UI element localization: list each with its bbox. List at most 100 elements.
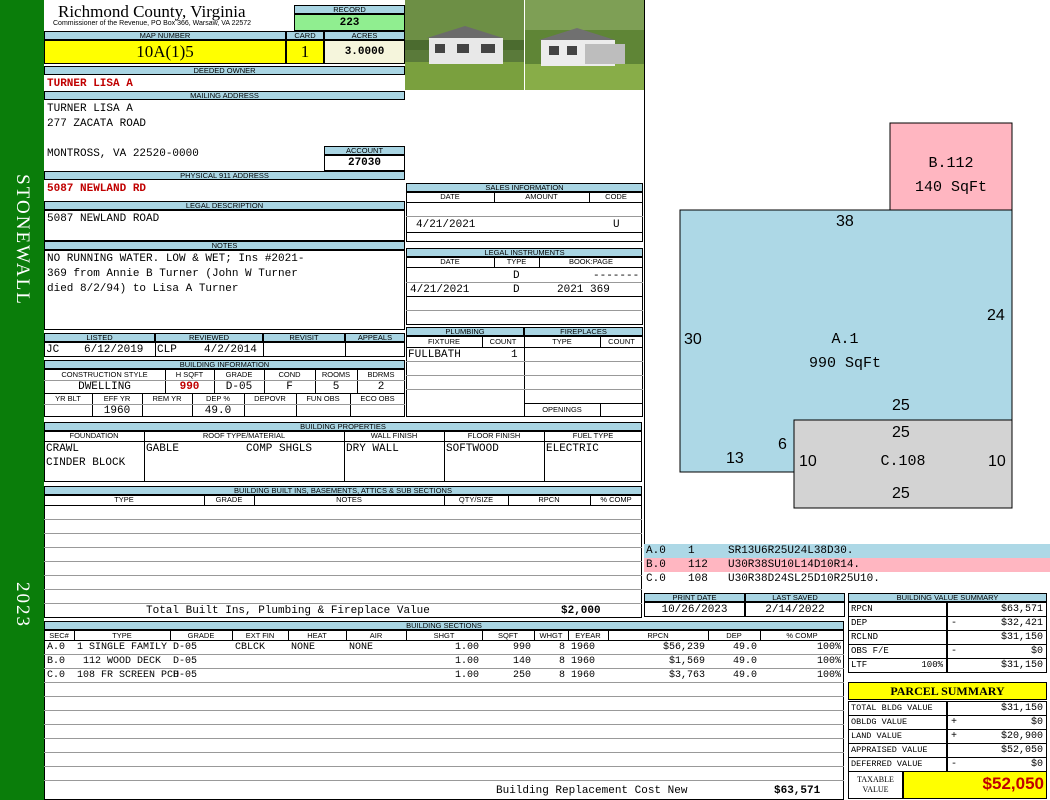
bvs-row-value: $63,571 xyxy=(947,602,1047,617)
section-cell: B.0 xyxy=(47,656,66,667)
section-col-header: HEAT xyxy=(307,631,327,640)
mailing-address-line-1: TURNER LISA A xyxy=(47,103,133,115)
listed-by: JC xyxy=(46,344,60,356)
section-cell: 112 WOOD DECK xyxy=(82,656,161,667)
parcel-row-label: OBLDG VALUE xyxy=(848,715,947,730)
section-cell: 49.0 xyxy=(732,656,757,667)
fun-obs-header: FUN OBS xyxy=(306,394,340,403)
section-col-header: SQFT xyxy=(498,631,518,640)
fuel-type: ELECTRIC xyxy=(546,443,599,455)
bvs-row-label: LTF 100% xyxy=(848,658,947,673)
bvs-label-text: DEP xyxy=(851,618,868,628)
section-cell: 1960 xyxy=(571,656,596,667)
print-date-header: PRINT DATE xyxy=(644,593,745,602)
section-col-header: EXT FIN xyxy=(245,631,275,640)
bvs-value-text: $31,150 xyxy=(1000,632,1043,643)
yr-blt-header: YR BLT xyxy=(55,394,81,403)
section-cell: 8 xyxy=(558,656,565,667)
last-saved-header: LAST SAVED xyxy=(745,593,845,602)
parcel-value-text: $0 xyxy=(1030,759,1043,770)
dim-c-top: 25 xyxy=(892,424,910,441)
replacement-cost-label: Building Replacement Cost New xyxy=(496,785,688,797)
section-a-label: A.1 xyxy=(831,331,859,348)
plumbing-header: PLUMBING xyxy=(406,327,524,336)
bdrms-header: BDRMS xyxy=(367,370,395,379)
bedrooms: 2 xyxy=(377,381,385,393)
openings-label: OPENINGS xyxy=(542,405,582,414)
parcel-row-value: + $20,900 xyxy=(947,729,1047,744)
legend-c-num: 108 xyxy=(688,573,708,585)
legend-b-desc: U30R38SU10L14D10R14. xyxy=(728,559,861,571)
section-cell: C.0 xyxy=(47,670,66,681)
building-properties-header: BUILDING PROPERTIES xyxy=(44,422,642,431)
section-cell: $3,763 xyxy=(668,670,705,681)
bvs-value-text: $32,421 xyxy=(1000,618,1043,629)
parcel-row-value: $31,150 xyxy=(947,701,1047,716)
section-cell: 1 SINGLE FAMILY xyxy=(77,642,168,653)
construction-style: DWELLING xyxy=(78,381,131,393)
dim-a-small: 6 xyxy=(778,436,787,453)
parcel-summary-title: PARCEL SUMMARY xyxy=(890,684,1005,698)
section-c-label: C.108 xyxy=(880,453,926,470)
eff-yr-header: EFF YR xyxy=(103,394,131,403)
section-col-header: DEP xyxy=(726,631,742,640)
district-sidebar xyxy=(0,0,44,800)
bvs-value-text: $31,150 xyxy=(1000,660,1043,671)
legend-c-desc: U30R38D24SL25D10R25U10. xyxy=(728,573,880,585)
legend-c-code: C.0 xyxy=(646,573,666,585)
dim-a-left: 30 xyxy=(684,331,702,348)
section-cell: 1.00 xyxy=(454,642,479,653)
parcel-row-value: + $0 xyxy=(947,715,1047,730)
parcel-row-label: APPRAISED VALUE xyxy=(848,743,947,758)
record-header: RECORD xyxy=(294,5,405,14)
mailing-address-header: MAILING ADDRESS xyxy=(44,91,405,100)
parcel-value-text: $20,900 xyxy=(1000,731,1043,742)
instr-date-header: DATE xyxy=(440,257,460,266)
sales-code-header: CODE xyxy=(605,192,627,201)
map-number-header: MAP NUMBER xyxy=(44,31,286,40)
county-title: Richmond County, Virginia xyxy=(58,2,246,21)
floor-finish-header: FLOOR FINISH xyxy=(467,431,521,440)
commissioner-address: Commissioner of the Revenue, PO Box 366,… xyxy=(53,20,252,27)
bvs-row-label: RPCN xyxy=(848,602,947,617)
dim-a-right: 24 xyxy=(987,307,1005,324)
section-cell: 250 xyxy=(512,670,531,681)
builtins-total-value: $2,000 xyxy=(561,605,601,617)
bvs-row-label: RCLND xyxy=(848,630,947,645)
deeded-owner: TURNER LISA A xyxy=(47,78,133,90)
property-photo-2 xyxy=(525,0,644,90)
bvs-label-text: RPCN xyxy=(851,604,873,614)
section-cell: 49.0 xyxy=(732,642,757,653)
section-cell: D-05 xyxy=(173,642,198,653)
parcel-value-text: $31,150 xyxy=(1000,703,1043,714)
legal-instruments-header: LEGAL INSTRUMENTS xyxy=(406,248,643,257)
built-ins-header: BUILDING BUILT INS, BASEMENTS, ATTICS & … xyxy=(44,486,642,495)
bvs-row-label: OBS F/E xyxy=(848,644,947,659)
section-cell: 108 FR SCREEN PCH xyxy=(77,670,180,681)
dim-a-bottom: 25 xyxy=(892,397,910,414)
sales-info-header: SALES INFORMATION xyxy=(406,183,643,192)
parcel-row-label: TOTAL BLDG VALUE xyxy=(848,701,947,716)
section-cell: 100% xyxy=(816,642,841,653)
section-cell: 990 xyxy=(512,642,531,653)
parcel-row-label: LAND VALUE xyxy=(848,729,947,744)
wall-finish-header: WALL FINISH xyxy=(370,431,418,440)
sale-code: U xyxy=(613,219,620,231)
acres-value: 3.0000 xyxy=(344,46,385,58)
last-saved: 2/14/2022 xyxy=(765,604,825,616)
section-a-area: 990 SqFt xyxy=(808,355,881,372)
section-cell: 8 xyxy=(558,670,565,681)
plumbing-count: 1 xyxy=(511,349,518,361)
parcel-value-text: $52,050 xyxy=(1000,745,1043,756)
legend-b-code: B.0 xyxy=(646,559,666,571)
parcel-value-text: $0 xyxy=(1030,717,1043,728)
dim-c-bottom: 25 xyxy=(892,485,910,502)
bvs-value-text: $0 xyxy=(1030,646,1043,657)
instr-row-1-type: D xyxy=(513,270,520,282)
instr-type-header: TYPE xyxy=(506,257,527,266)
builtin-comp-header: % COMP xyxy=(600,495,632,504)
section-cell: 100% xyxy=(816,670,841,681)
instr-book-header: BOOK:PAGE xyxy=(568,257,614,266)
notes-line-2: 369 from Annie B Turner (John W Turner xyxy=(47,268,298,280)
builtin-notes-header: NOTES xyxy=(336,495,362,504)
